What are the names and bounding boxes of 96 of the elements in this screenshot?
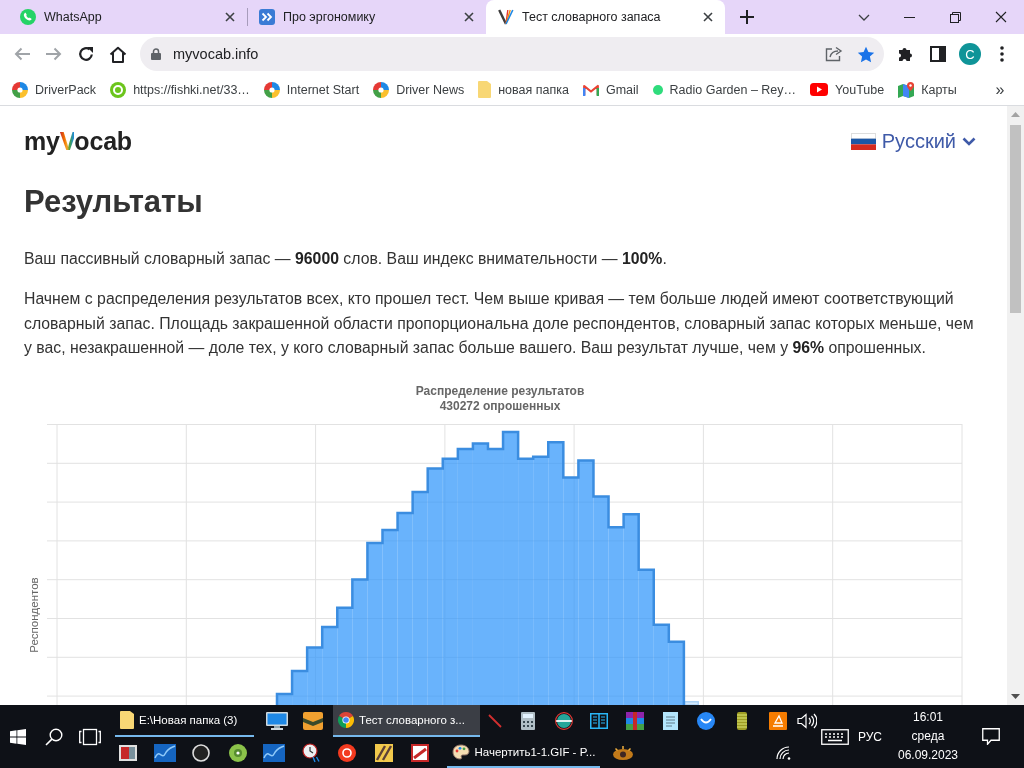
search-icon xyxy=(45,727,63,746)
task-view-icon xyxy=(79,727,101,746)
scrollbar-thumb[interactable] xyxy=(1010,125,1021,313)
side-panel-icon xyxy=(930,46,946,62)
palette-icon xyxy=(451,743,470,760)
disc-icon xyxy=(228,743,247,762)
more-bookmarks-button[interactable]: » xyxy=(986,75,1014,104)
axis-label: Респондентов xyxy=(28,577,41,653)
striped-tile-icon xyxy=(374,743,393,762)
taskbar-window-button[interactable]: E:\Новая папка (3) xyxy=(115,705,254,737)
wave-tile-icon xyxy=(153,743,176,762)
arrow-right-icon xyxy=(46,47,62,61)
pinwheel-icon xyxy=(373,81,390,98)
browser-logo-icon xyxy=(338,712,354,728)
address-bar[interactable]: myvocab.info xyxy=(140,37,884,71)
restore-icon xyxy=(949,11,961,23)
circle-app-icon xyxy=(697,712,716,730)
paragraph: Начнем с распределения результатов всех, кто прошел тест. Чем выше кривая — тем больше людей имеют соответствующий словарный запас. Площадь закрашенной области пропорциональна доле респондентов, словарный запас которых меньше, чем у вас, незакрашенной — доле тех, у кого словарный запас больше вашего. Ваш результат лучше, чем у 96% опрошенных. xyxy=(24,289,975,358)
chat-phone-icon xyxy=(20,9,36,25)
reload-icon xyxy=(78,46,94,62)
ring-icon xyxy=(110,81,127,98)
language-dropdown[interactable]: Русский xyxy=(850,129,976,153)
scroll-up-icon xyxy=(1011,112,1020,117)
browser-tab[interactable]: Тест словарного запаса xyxy=(486,0,725,34)
windows-logo-icon xyxy=(10,728,26,745)
scroll-down-icon xyxy=(1011,694,1020,699)
wifi-icon xyxy=(776,745,792,760)
site-logo[interactable]: myVocab xyxy=(24,126,132,156)
fan-lines-icon xyxy=(498,9,514,25)
keyboard-icon xyxy=(821,728,849,745)
clock-button[interactable]: 16:01 среда 06.09.2023 xyxy=(893,705,963,768)
pinwheel-icon xyxy=(263,81,280,98)
taskbar-window-button[interactable]: Начертить1-1.GIF - P... xyxy=(446,737,601,768)
chart-title: Распределение результатов xyxy=(414,383,586,399)
emblem-icon xyxy=(612,745,635,760)
double-chevron-icon xyxy=(259,9,275,25)
flag-icon xyxy=(850,132,876,150)
star-icon xyxy=(857,45,875,63)
app-tile-icon xyxy=(411,743,430,762)
home-icon xyxy=(109,45,127,63)
chevron-down-icon xyxy=(858,13,870,21)
bookmark-item[interactable]: Gmail xyxy=(575,75,646,104)
taskbar-window-button[interactable]: Тест словарного з... xyxy=(333,705,480,737)
bookmark-item[interactable]: новая папка xyxy=(471,75,576,104)
close-icon xyxy=(703,12,713,22)
play-icon xyxy=(810,83,829,96)
image-tile-icon xyxy=(119,744,138,761)
notepad-icon xyxy=(663,712,679,730)
scrollbar[interactable] xyxy=(1007,106,1024,705)
bookmark-item[interactable]: Карты xyxy=(891,75,964,104)
calculator-icon xyxy=(520,712,535,730)
close-icon xyxy=(464,12,474,22)
bookmark-item[interactable]: https://fishki.net/33… xyxy=(103,75,257,104)
bookmark-item[interactable]: DriverPack xyxy=(5,75,104,104)
wave-tile-icon xyxy=(263,743,286,762)
bookmark-item[interactable]: YouTube xyxy=(803,75,892,104)
paragraph: Ваш пассивный словарный запас — 96000 слов. Ваш индекс внимательности — 100%. xyxy=(24,249,668,269)
close-icon xyxy=(225,12,235,22)
speaker-icon xyxy=(797,713,817,729)
ringed-disc-icon xyxy=(554,712,573,730)
chart-subtitle: 430272 опрошенных xyxy=(438,398,562,414)
folder-icon xyxy=(120,711,134,729)
notification-icon xyxy=(982,728,1000,745)
folder-icon xyxy=(478,81,492,98)
plus-icon xyxy=(740,10,754,24)
books-stack-icon xyxy=(625,712,644,730)
close-icon xyxy=(995,11,1007,23)
arrow-left-icon xyxy=(14,47,30,61)
app-tile-icon xyxy=(303,712,323,730)
clock-icon xyxy=(301,742,320,763)
ring-icon xyxy=(192,743,211,762)
book-icon xyxy=(590,713,609,729)
lock-icon xyxy=(151,48,161,60)
page-heading: Результаты xyxy=(24,184,203,220)
share-icon xyxy=(825,46,843,62)
chevron-down-icon xyxy=(962,136,976,146)
input-language-button[interactable]: РУС xyxy=(855,705,885,768)
menu-icon xyxy=(1000,46,1004,62)
dot-icon xyxy=(652,84,663,95)
profile-button[interactable]: C xyxy=(959,43,981,65)
map-pin-icon xyxy=(898,81,915,98)
pinwheel-icon xyxy=(12,81,28,98)
bookmark-item[interactable]: Radio Garden – Rey… xyxy=(645,75,804,104)
url-text: myvocab.info xyxy=(173,46,259,62)
monitor-icon xyxy=(266,712,288,730)
slash-icon xyxy=(488,714,502,728)
envelope-icon xyxy=(582,83,599,96)
bookmark-item[interactable]: Driver News xyxy=(366,75,472,104)
coin-stack-icon xyxy=(736,712,747,730)
app-tile-icon xyxy=(768,712,787,730)
browser-tab[interactable]: Про эргономику xyxy=(247,0,486,34)
puzzle-icon xyxy=(897,45,915,63)
bookmark-item[interactable]: Internet Start xyxy=(256,75,367,104)
circle-app-icon xyxy=(338,743,357,762)
minimize-icon xyxy=(903,16,915,18)
browser-tab[interactable]: WhatsApp xyxy=(8,0,247,34)
